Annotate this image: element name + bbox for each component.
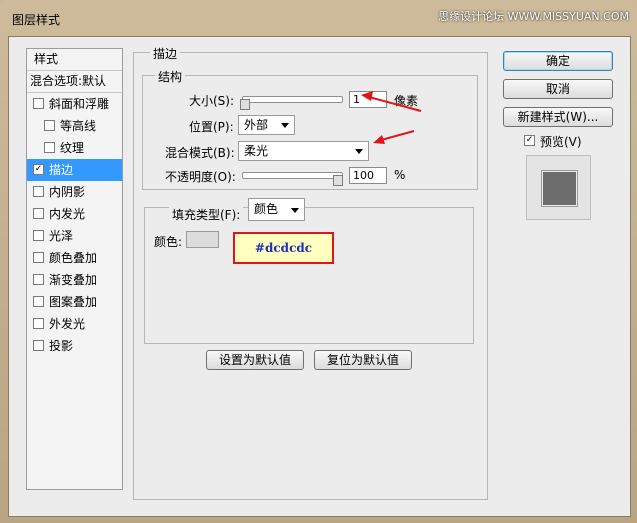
- structure-group-title: 结构: [155, 68, 186, 85]
- style-list-item[interactable]: 内阴影: [27, 181, 122, 203]
- title-bar: 图层样式 思缘设计论坛 WWW.MISSYUAN.COM: [0, 0, 637, 36]
- layer-style-window: 图层样式 思缘设计论坛 WWW.MISSYUAN.COM 样式 混合选项:默认 …: [0, 0, 637, 523]
- fill-type-dropdown[interactable]: 颜色: [248, 198, 305, 221]
- style-checkbox[interactable]: [33, 296, 44, 307]
- style-checkbox[interactable]: [33, 340, 44, 351]
- blend-mode-label: 混合模式(B):: [165, 146, 235, 160]
- style-list-item[interactable]: 纹理: [27, 137, 122, 159]
- style-list-item[interactable]: 图案叠加: [27, 291, 122, 313]
- style-list-item[interactable]: 等高线: [27, 115, 122, 137]
- size-slider-track[interactable]: [242, 96, 343, 103]
- style-list-item-label: 斜面和浮雕: [49, 97, 110, 111]
- style-list-item-label: 纹理: [60, 141, 85, 155]
- style-list-items: 斜面和浮雕等高线纹理 ✓ 描边内阴影内发光光泽颜色叠加渐变叠加图案叠加外发光投影: [27, 93, 122, 357]
- chevron-down-icon: [281, 123, 289, 128]
- preview-thumbnail: [542, 171, 577, 206]
- style-list-item[interactable]: 外发光: [27, 313, 122, 335]
- preview-label: 预览(V): [540, 135, 582, 149]
- fill-type-group: 填充类型(F): 颜色 颜色: #dcdcdc: [144, 198, 474, 344]
- style-list-item-label: 图案叠加: [49, 295, 98, 309]
- style-list-header[interactable]: 样式: [27, 49, 122, 71]
- blend-options-item[interactable]: 混合选项:默认: [27, 71, 122, 93]
- style-list-item-label: 光泽: [49, 229, 74, 243]
- new-style-button[interactable]: 新建样式(W)...: [503, 107, 613, 127]
- style-list-item-label: 渐变叠加: [49, 273, 98, 287]
- style-list-item-label: 等高线: [60, 119, 97, 133]
- style-checkbox[interactable]: [33, 98, 44, 109]
- size-label: 大小(S):: [189, 94, 235, 108]
- style-checkbox[interactable]: [44, 142, 55, 153]
- style-checkbox[interactable]: [33, 318, 44, 329]
- size-slider-thumb[interactable]: [240, 99, 250, 110]
- chevron-down-icon: [355, 149, 363, 154]
- blend-mode-value: 柔光: [244, 144, 269, 158]
- style-list-item-label: 内发光: [49, 207, 86, 221]
- style-list-item[interactable]: 投影: [27, 335, 122, 357]
- position-label: 位置(P):: [189, 120, 234, 134]
- style-list-item[interactable]: 光泽: [27, 225, 122, 247]
- style-list-item[interactable]: 渐变叠加: [27, 269, 122, 291]
- opacity-slider-track[interactable]: [242, 172, 343, 179]
- style-checkbox[interactable]: [44, 120, 55, 131]
- style-checkbox[interactable]: [33, 274, 44, 285]
- color-swatch[interactable]: [186, 231, 219, 248]
- style-checkbox[interactable]: [33, 230, 44, 241]
- position-dropdown[interactable]: 外部: [238, 115, 295, 135]
- style-list: 样式 混合选项:默认 斜面和浮雕等高线纹理 ✓ 描边内阴影内发光光泽颜色叠加渐变叠加…: [26, 48, 123, 490]
- style-list-item[interactable]: 斜面和浮雕: [27, 93, 122, 115]
- window-title: 图层样式: [12, 13, 61, 27]
- style-checkbox[interactable]: [33, 186, 44, 197]
- style-list-item[interactable]: ✓ 描边: [27, 159, 122, 181]
- opacity-input[interactable]: 100: [349, 167, 387, 184]
- fill-type-label: 填充类型(F):: [169, 206, 244, 223]
- style-list-item-label: 外发光: [49, 317, 86, 331]
- opacity-label: 不透明度(O):: [165, 170, 236, 184]
- style-checkbox[interactable]: ✓: [33, 164, 44, 175]
- position-value: 外部: [244, 118, 269, 132]
- style-list-item-label: 颜色叠加: [49, 251, 98, 265]
- style-list-item-label: 描边: [49, 163, 74, 177]
- style-checkbox[interactable]: [33, 208, 44, 219]
- watermark: 思缘设计论坛 WWW.MISSYUAN.COM: [438, 10, 629, 23]
- style-list-item[interactable]: 内发光: [27, 203, 122, 225]
- chevron-down-icon: [291, 208, 299, 213]
- reset-default-button[interactable]: 复位为默认值: [314, 350, 412, 370]
- dialog-body: 样式 混合选项:默认 斜面和浮雕等高线纹理 ✓ 描边内阴影内发光光泽颜色叠加渐变叠加…: [8, 36, 631, 517]
- blend-mode-dropdown[interactable]: 柔光: [238, 141, 369, 161]
- ok-button[interactable]: 确定: [503, 51, 613, 71]
- stroke-group-title: 描边: [150, 45, 181, 62]
- cancel-button[interactable]: 取消: [503, 79, 613, 99]
- style-preview: [526, 155, 591, 220]
- style-list-item[interactable]: 颜色叠加: [27, 247, 122, 269]
- style-list-item-label: 投影: [49, 339, 74, 353]
- color-value-annotation: #dcdcdc: [233, 232, 334, 264]
- opacity-unit: %: [394, 168, 406, 182]
- opacity-slider-thumb[interactable]: [333, 175, 343, 186]
- stroke-group: 描边 结构 大小(S): 1 像素 位置(P): 外部 混合模式(B): 柔光: [133, 45, 488, 500]
- size-input[interactable]: 1: [349, 91, 387, 108]
- structure-group: 结构 大小(S): 1 像素 位置(P): 外部 混合模式(B): 柔光 不透明…: [142, 68, 478, 190]
- preview-checkbox[interactable]: ✓: [524, 135, 535, 146]
- color-label: 颜色:: [154, 235, 183, 249]
- fill-type-value: 颜色: [254, 202, 279, 216]
- set-default-button[interactable]: 设置为默认值: [206, 350, 304, 370]
- style-list-item-label: 内阴影: [49, 185, 86, 199]
- size-unit: 像素: [394, 94, 419, 108]
- style-checkbox[interactable]: [33, 252, 44, 263]
